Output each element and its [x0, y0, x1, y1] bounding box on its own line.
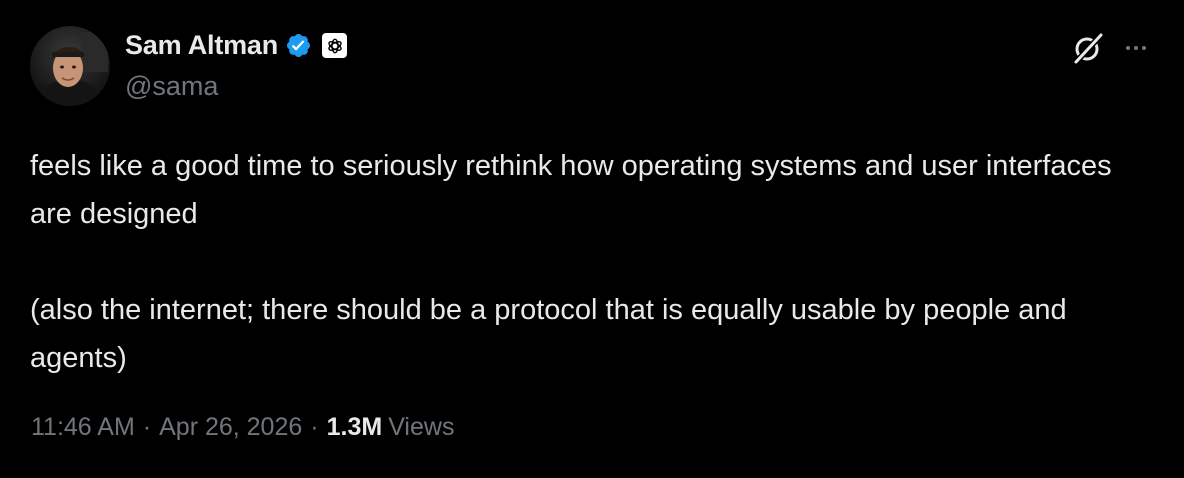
- grok-icon[interactable]: [1068, 28, 1108, 68]
- meta-separator: ·: [142, 413, 152, 441]
- tweet-meta: 11:46 AM · Apr 26, 2026 · 1.3M Views: [31, 413, 454, 442]
- avatar-image: [30, 26, 110, 106]
- more-options-icon[interactable]: [1116, 28, 1156, 68]
- user-handle[interactable]: @sama: [125, 71, 347, 102]
- display-name[interactable]: Sam Altman: [125, 30, 278, 61]
- tweet-time[interactable]: 11:46 AM: [31, 413, 135, 442]
- verified-badge-icon[interactable]: [285, 32, 312, 59]
- tweet-paragraph-1: feels like a good time to seriously reth…: [30, 150, 1112, 230]
- meta-separator: ·: [310, 413, 319, 441]
- tweet-card: Sam Altman @sama feels like a good time …: [0, 0, 1184, 478]
- openai-logo-icon[interactable]: [322, 33, 348, 58]
- avatar[interactable]: [30, 26, 110, 106]
- tweet-text: feels like a good time to seriously reth…: [30, 142, 1140, 382]
- views-count[interactable]: 1.3M: [327, 413, 383, 442]
- tweet-header: Sam Altman @sama: [30, 26, 1154, 106]
- views-label: Views: [388, 413, 455, 441]
- name-row: Sam Altman: [125, 30, 348, 61]
- tweet-date[interactable]: Apr 26, 2026: [159, 413, 302, 442]
- user-info: Sam Altman @sama: [125, 30, 348, 102]
- tweet-paragraph-2: (also the internet; there should be a pr…: [30, 294, 1067, 374]
- tweet-actions: [1068, 28, 1156, 68]
